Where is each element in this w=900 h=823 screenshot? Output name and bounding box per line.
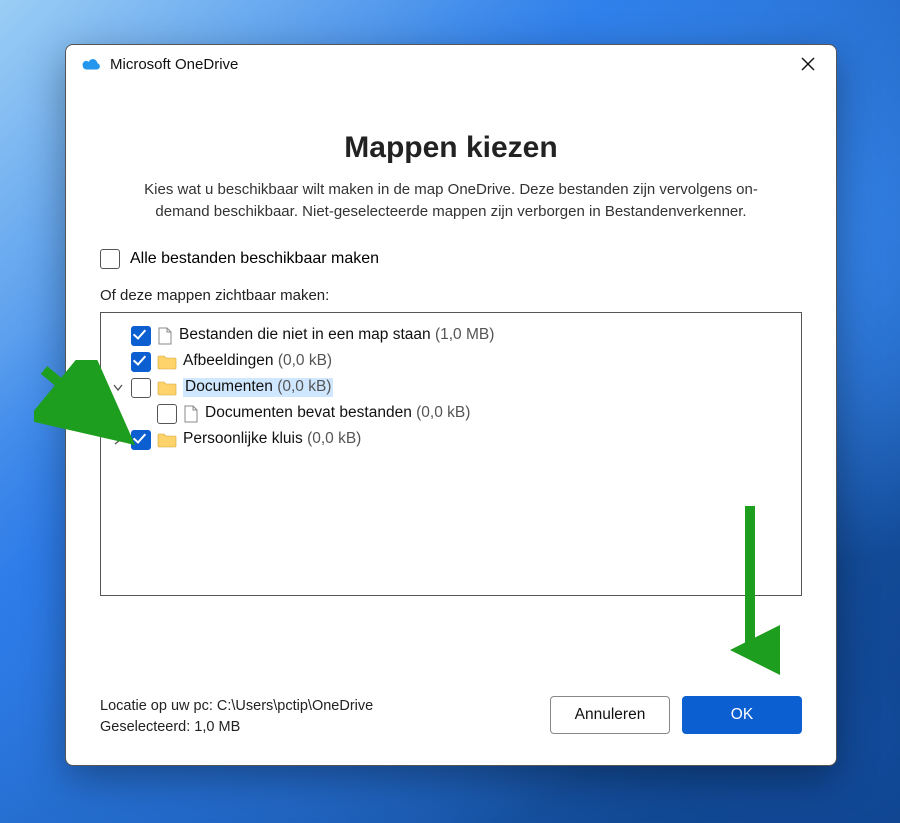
expander-placeholder <box>137 407 151 421</box>
tree-item-size: (0,0 kB) <box>307 430 361 447</box>
dialog-footer: Locatie op uw pc: C:\Users\pctip\OneDriv… <box>66 670 836 766</box>
tree-item-size: (0,0 kB) <box>416 404 470 421</box>
tree-item-text: Documenten bevat bestanden (0,0 kB) <box>205 404 470 423</box>
folder-tree[interactable]: Bestanden die niet in een map staan (1,0… <box>100 312 802 596</box>
tree-row[interactable]: Bestanden die niet in een map staan (1,0… <box>107 323 795 349</box>
tree-row[interactable]: Persoonlijke kluis (0,0 kB) <box>107 427 795 453</box>
file-icon <box>183 405 199 423</box>
folder-checkbox[interactable] <box>131 352 151 372</box>
tree-item-text: Bestanden die niet in een map staan (1,0… <box>179 326 494 345</box>
folder-checkbox[interactable] <box>131 378 151 398</box>
footer-buttons: Annuleren OK <box>550 696 802 734</box>
tree-item-text: Persoonlijke kluis (0,0 kB) <box>183 430 361 449</box>
window-title: Microsoft OneDrive <box>110 56 238 73</box>
file-icon <box>157 327 173 345</box>
tree-row[interactable]: Documenten (0,0 kB) <box>107 375 795 401</box>
tree-row[interactable]: Documenten bevat bestanden (0,0 kB) <box>107 401 795 427</box>
cancel-button[interactable]: Annuleren <box>550 696 670 734</box>
titlebar: Microsoft OneDrive <box>66 45 836 83</box>
expander-placeholder <box>111 355 125 369</box>
tree-item-label: Persoonlijke kluis <box>183 430 303 447</box>
all-files-row[interactable]: Alle bestanden beschikbaar maken <box>100 249 802 269</box>
folder-icon <box>157 380 177 396</box>
tree-item-label: Documenten bevat bestanden <box>205 404 412 421</box>
tree-item-text: Documenten (0,0 kB) <box>183 378 333 397</box>
selected-label: Geselecteerd: 1,0 MB <box>100 717 534 739</box>
expander-icon[interactable] <box>111 381 125 395</box>
tree-item-size: (1,0 MB) <box>435 326 494 343</box>
tree-row[interactable]: Afbeeldingen (0,0 kB) <box>107 349 795 375</box>
dialog-content: Mappen kiezen Kies wat u beschikbaar wil… <box>66 83 836 670</box>
dialog-subheading: Kies wat u beschikbaar wilt maken in de … <box>131 179 771 223</box>
expander-icon[interactable] <box>111 433 125 447</box>
footer-info: Locatie op uw pc: C:\Users\pctip\OneDriv… <box>100 696 534 740</box>
folder-icon <box>157 432 177 448</box>
folder-icon <box>157 354 177 370</box>
dialog-heading: Mappen kiezen <box>100 131 802 165</box>
desktop-background: Microsoft OneDrive Mappen kiezen Kies wa… <box>0 0 900 823</box>
tree-item-size: (0,0 kB) <box>278 352 332 369</box>
tree-item-size: (0,0 kB) <box>277 378 331 395</box>
section-label: Of deze mappen zichtbaar maken: <box>100 287 802 304</box>
all-files-checkbox[interactable] <box>100 249 120 269</box>
folder-checkbox[interactable] <box>157 404 177 424</box>
onedrive-cloud-icon <box>80 56 102 72</box>
folder-checkbox[interactable] <box>131 326 151 346</box>
tree-item-label: Bestanden die niet in een map staan <box>179 326 431 343</box>
tree-item-label: Afbeeldingen <box>183 352 274 369</box>
ok-button[interactable]: OK <box>682 696 802 734</box>
folder-checkbox[interactable] <box>131 430 151 450</box>
expander-placeholder <box>111 329 125 343</box>
tree-item-text: Afbeeldingen (0,0 kB) <box>183 352 332 371</box>
onedrive-choose-folders-dialog: Microsoft OneDrive Mappen kiezen Kies wa… <box>65 44 837 766</box>
all-files-label: Alle bestanden beschikbaar maken <box>130 250 379 268</box>
close-button[interactable] <box>788 49 828 79</box>
tree-item-label: Documenten <box>185 378 273 395</box>
location-label: Locatie op uw pc: C:\Users\pctip\OneDriv… <box>100 696 534 718</box>
